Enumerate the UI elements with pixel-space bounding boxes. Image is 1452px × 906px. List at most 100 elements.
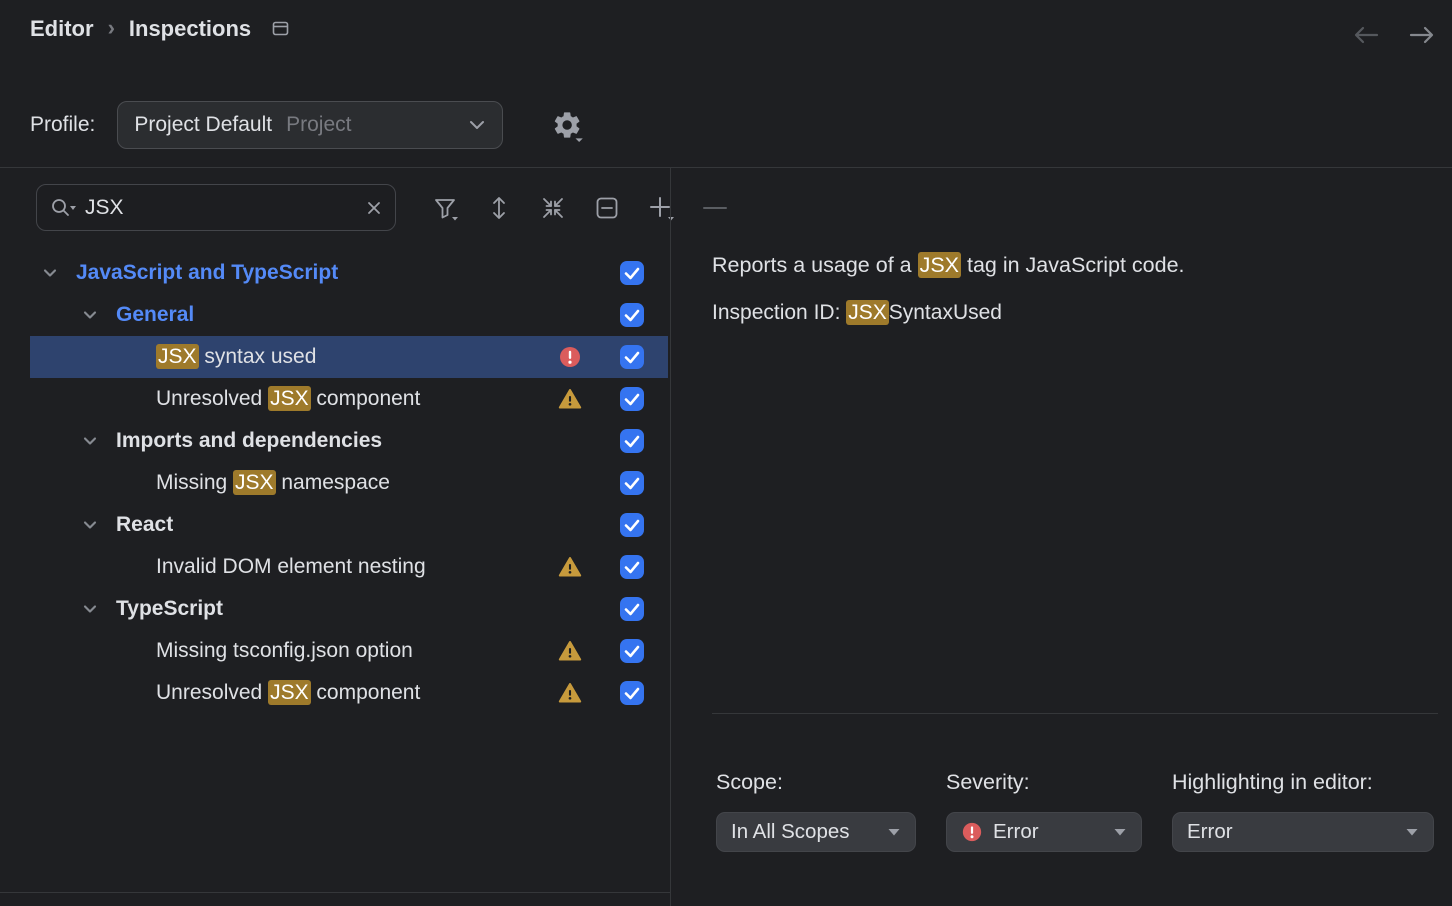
- tree-item-label: Unresolved JSX component: [156, 387, 420, 411]
- inspection-description: Reports a usage of a JSX tag in JavaScri…: [712, 253, 1185, 278]
- warning-severity-icon: [558, 387, 582, 411]
- highlighting-label: Highlighting in editor:: [1172, 770, 1434, 795]
- tree-chevron-spacer: [118, 471, 142, 495]
- severity-option: Severity: Error: [946, 770, 1142, 852]
- add-inspection-icon[interactable]: [646, 193, 676, 223]
- inspection-enabled-checkbox[interactable]: [619, 302, 645, 328]
- profile-selected-value: Project Default: [134, 113, 272, 137]
- severity-label: Severity:: [946, 770, 1142, 795]
- inspection-enabled-checkbox[interactable]: [619, 386, 645, 412]
- scope-dropdown[interactable]: In All Scopes: [716, 812, 916, 852]
- tree-row-imports-and-dependencies[interactable]: Imports and dependencies: [30, 420, 668, 462]
- profile-select[interactable]: Project Default Project: [117, 101, 503, 149]
- profile-row: Profile: Project Default Project: [30, 101, 503, 149]
- tree-item-label: Missing JSX namespace: [156, 471, 390, 495]
- inspection-enabled-checkbox[interactable]: [619, 512, 645, 538]
- tree-item-label: TypeScript: [116, 597, 223, 621]
- tree-row-react[interactable]: React: [30, 504, 668, 546]
- details-divider: [712, 713, 1438, 714]
- chevron-down-icon[interactable]: [78, 303, 102, 327]
- tree-item-label: Imports and dependencies: [116, 429, 382, 453]
- inspection-enabled-checkbox[interactable]: [619, 596, 645, 622]
- search-match-highlight: JSX: [233, 470, 276, 495]
- highlighting-value: Error: [1187, 820, 1233, 844]
- search-icon[interactable]: [49, 196, 77, 220]
- panel-divider[interactable]: [670, 168, 671, 906]
- expand-all-icon[interactable]: [484, 193, 514, 223]
- breadcrumb-separator-icon: ›: [108, 15, 115, 41]
- scope-label: Scope:: [716, 770, 916, 795]
- tree-item-label: General: [116, 303, 194, 327]
- tree-chevron-spacer: [118, 681, 142, 705]
- warning-severity-icon: [558, 639, 582, 663]
- inspection-enabled-checkbox[interactable]: [619, 428, 645, 454]
- inspections-toolbar: [430, 191, 730, 225]
- tree-row-javascript-and-typescript[interactable]: JavaScript and TypeScript: [30, 252, 668, 294]
- chevron-down-icon[interactable]: [78, 513, 102, 537]
- tree-panel-bottom-border: [0, 892, 670, 893]
- search-match-highlight: JSX: [268, 680, 311, 705]
- tree-chevron-spacer: [118, 345, 142, 369]
- tree-row-jsx-syntax-used[interactable]: JSX syntax used: [30, 336, 668, 378]
- search-match-highlight: JSX: [156, 344, 199, 369]
- filter-icon[interactable]: [430, 193, 460, 223]
- inspection-enabled-checkbox[interactable]: [619, 344, 645, 370]
- collapse-all-icon[interactable]: [538, 193, 568, 223]
- inspection-enabled-checkbox[interactable]: [619, 680, 645, 706]
- scope-option: Scope: In All Scopes: [716, 770, 916, 852]
- breadcrumb: Editor › Inspections: [30, 16, 291, 42]
- inspection-id-line: Inspection ID: JSXSyntaxUsed: [712, 301, 1002, 325]
- chevron-down-icon[interactable]: [38, 261, 62, 285]
- tree-row-missing-jsx-namespace[interactable]: Missing JSX namespace: [30, 462, 668, 504]
- back-arrow-icon[interactable]: [1352, 24, 1380, 46]
- tree-item-label: JavaScript and TypeScript: [76, 261, 338, 285]
- breadcrumb-item-editor[interactable]: Editor: [30, 16, 94, 42]
- profile-selected-suffix: Project: [286, 113, 351, 137]
- forward-arrow-icon[interactable]: [1408, 24, 1436, 46]
- tree-row-unresolved-jsx-component[interactable]: Unresolved JSX component: [30, 378, 668, 420]
- inspection-enabled-checkbox[interactable]: [619, 470, 645, 496]
- gear-icon[interactable]: [551, 108, 587, 144]
- header-divider: [0, 167, 1452, 168]
- tree-row-unresolved-jsx-component[interactable]: Unresolved JSX component: [30, 672, 668, 714]
- chevron-down-icon[interactable]: [78, 597, 102, 621]
- tree-row-general[interactable]: General: [30, 294, 668, 336]
- highlighting-dropdown[interactable]: Error: [1172, 812, 1434, 852]
- inspection-enabled-checkbox[interactable]: [619, 638, 645, 664]
- tree-chevron-spacer: [118, 639, 142, 663]
- profile-label: Profile:: [30, 113, 95, 137]
- remove-inspection-icon[interactable]: [592, 193, 622, 223]
- chevron-down-icon: [468, 119, 486, 131]
- clear-search-icon[interactable]: [365, 199, 383, 217]
- inspections-tree: JavaScript and TypeScript General JSX synt…: [0, 252, 670, 714]
- breadcrumb-item-inspections: Inspections: [129, 16, 251, 42]
- error-severity-icon: [558, 345, 582, 369]
- tree-item-label: Missing tsconfig.json option: [156, 639, 413, 663]
- history-nav: [1352, 24, 1436, 46]
- tree-item-label: Invalid DOM element nesting: [156, 555, 426, 579]
- chevron-down-icon[interactable]: [78, 429, 102, 453]
- chevron-down-icon: [1405, 827, 1419, 837]
- inspection-enabled-checkbox[interactable]: [619, 554, 645, 580]
- search-match-highlight: JSX: [918, 252, 961, 278]
- severity-value: Error: [993, 820, 1039, 844]
- chevron-down-icon: [1113, 827, 1127, 837]
- tree-chevron-spacer: [118, 555, 142, 579]
- search-input[interactable]: [83, 195, 359, 221]
- error-severity-icon: [961, 821, 983, 843]
- search-match-highlight: JSX: [268, 386, 311, 411]
- disabled-dash-icon: [700, 193, 730, 223]
- tree-row-typescript[interactable]: TypeScript: [30, 588, 668, 630]
- chevron-down-icon: [887, 827, 901, 837]
- tree-row-missing-tsconfig-json-option[interactable]: Missing tsconfig.json option: [30, 630, 668, 672]
- severity-dropdown[interactable]: Error: [946, 812, 1142, 852]
- inspection-enabled-checkbox[interactable]: [619, 260, 645, 286]
- highlighting-option: Highlighting in editor: Error: [1172, 770, 1434, 852]
- tree-item-label: Unresolved JSX component: [156, 681, 420, 705]
- tree-item-label: React: [116, 513, 173, 537]
- tree-row-invalid-dom-element-nesting[interactable]: Invalid DOM element nesting: [30, 546, 668, 588]
- search-field[interactable]: [36, 184, 396, 231]
- tree-item-label: JSX syntax used: [156, 345, 316, 369]
- settings-window-icon[interactable]: [271, 20, 291, 38]
- warning-severity-icon: [558, 681, 582, 705]
